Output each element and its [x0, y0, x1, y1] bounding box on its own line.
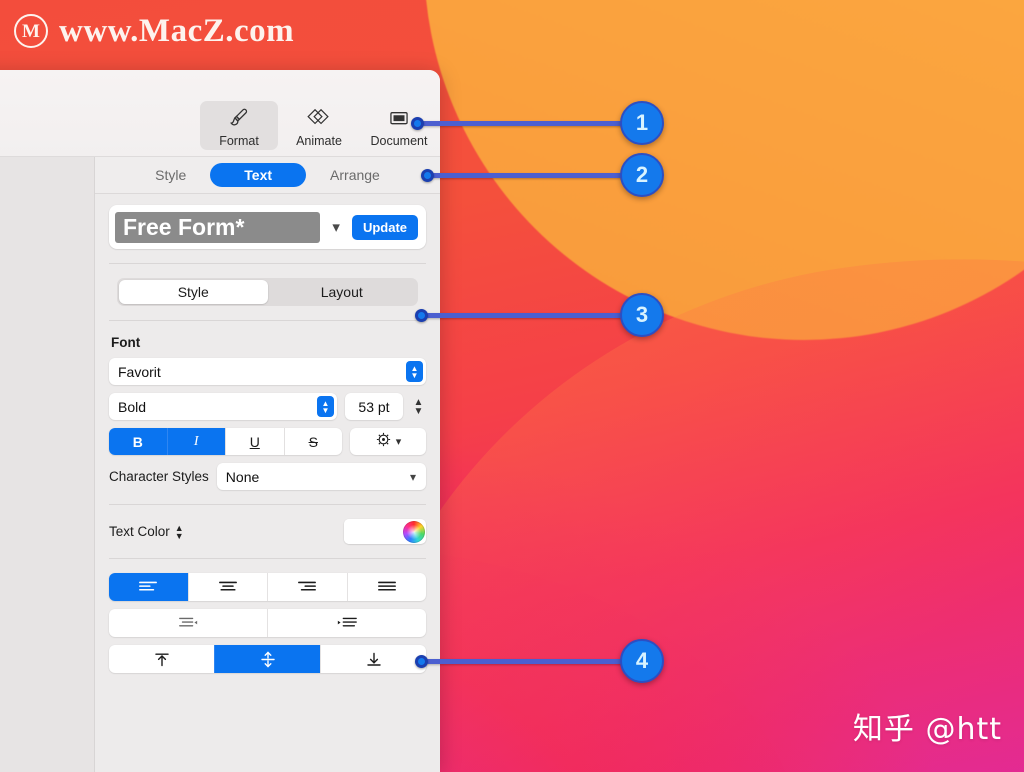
underline-button[interactable]: U	[225, 428, 284, 455]
font-family-select[interactable]: Favorit ▲ ▼	[109, 358, 426, 385]
callout-4-badge: 4	[620, 639, 664, 683]
paragraph-style-section: Free Form* ▾ Update	[95, 205, 440, 249]
inspector-content: Free Form* ▾ Update Style Layout Font Fa…	[95, 194, 440, 772]
callout-1-line	[422, 121, 630, 126]
inspector-tab-row: Style Text Arrange	[95, 157, 440, 194]
font-weight-value: Bold	[118, 398, 147, 415]
toolbar-item-group: Format Animate Document	[200, 101, 438, 150]
chevron-down-icon: ▾	[395, 436, 402, 448]
window-body: Style Text Arrange Free Form* ▾ Update S…	[0, 157, 440, 772]
align-center-button[interactable]	[187, 573, 268, 601]
align-middle-button[interactable]	[214, 645, 320, 673]
toolbar-button-format[interactable]: Format	[200, 101, 278, 150]
strikethrough-button[interactable]: S	[283, 428, 343, 455]
paragraph-style-bar: Free Form* ▾ Update	[109, 205, 426, 249]
toolbar-label-document: Document	[370, 134, 428, 148]
vertical-alignment-group	[109, 645, 426, 673]
segment-layout[interactable]: Layout	[268, 280, 417, 304]
character-styles-label: Character Styles	[109, 469, 209, 484]
text-color-well[interactable]	[344, 519, 426, 544]
divider-4-wrap	[95, 558, 440, 559]
text-style-row: B I U S ▾	[109, 428, 426, 455]
callout-3-anchor-dot	[415, 309, 428, 322]
updown-chevron-icon[interactable]: ▲ ▼	[175, 523, 184, 540]
align-top-button[interactable]	[109, 645, 214, 673]
chevron-updown-icon: ▲ ▼	[406, 361, 423, 382]
callout-3-badge: 3	[620, 293, 664, 337]
segment-style[interactable]: Style	[119, 280, 268, 304]
style-layout-segmented-control: Style Layout	[117, 278, 418, 306]
callout-4-line	[426, 659, 630, 664]
increase-indent-button[interactable]	[267, 609, 426, 637]
align-bottom-button[interactable]	[320, 645, 426, 673]
character-styles-row: Character Styles None ▾	[109, 463, 426, 490]
divider-1-wrap	[95, 263, 440, 264]
divider	[109, 558, 426, 559]
desktop-background: M www.MacZ.com Format Animate Document S…	[0, 0, 1024, 772]
diamonds-icon	[307, 105, 331, 131]
divider	[109, 320, 426, 321]
font-section-heading: Font	[111, 335, 141, 350]
callout-2-badge: 2	[620, 153, 664, 197]
italic-button[interactable]: I	[166, 428, 225, 455]
text-color-label: Text Color	[109, 524, 170, 539]
toolbar-button-animate[interactable]: Animate	[280, 101, 358, 150]
divider	[109, 263, 426, 264]
paintbrush-icon	[228, 105, 250, 131]
indent-group	[109, 609, 426, 637]
style-layout-section: Style Layout	[95, 278, 440, 306]
macz-logo-icon: M	[14, 14, 48, 48]
divider-2-wrap	[95, 320, 440, 321]
font-section: Font Favorit ▲ ▼ Bold ▲ ▼ 53 pt ▲ ▼ B I …	[95, 335, 440, 490]
update-style-button[interactable]: Update	[351, 214, 418, 240]
text-color-section: Text Color ▲ ▼	[95, 519, 440, 544]
advanced-text-options-button[interactable]: ▾	[350, 428, 426, 455]
callout-2-line	[432, 173, 630, 178]
divider-3-wrap	[95, 504, 440, 505]
callout-1-badge: 1	[620, 101, 664, 145]
callout-2-anchor-dot	[421, 169, 434, 182]
font-weight-select[interactable]: Bold ▲ ▼	[109, 393, 337, 420]
tab-style[interactable]: Style	[137, 163, 204, 187]
callout-4-anchor-dot	[415, 655, 428, 668]
background-orange-swoosh	[424, 0, 1024, 340]
divider	[109, 504, 426, 505]
font-weight-size-row: Bold ▲ ▼ 53 pt ▲ ▼	[109, 393, 426, 420]
chevron-down-icon[interactable]: ▾	[320, 218, 352, 236]
paragraph-style-name[interactable]: Free Form*	[115, 211, 321, 243]
color-swatch[interactable]	[344, 519, 403, 544]
alignment-section	[95, 573, 440, 673]
toolbar-label-animate: Animate	[296, 134, 342, 148]
align-right-button[interactable]	[267, 573, 347, 601]
tab-arrange[interactable]: Arrange	[312, 163, 398, 187]
align-justify-button[interactable]	[346, 573, 427, 601]
chevron-updown-icon: ▲ ▼	[317, 396, 334, 417]
window-toolbar: Format Animate Document	[0, 70, 440, 157]
toolbar-label-format: Format	[219, 134, 259, 148]
color-wheel-icon[interactable]	[403, 520, 425, 543]
chevron-down-icon: ▾	[409, 469, 416, 484]
text-style-button-group: B I U S	[109, 428, 342, 455]
callout-1-anchor-dot	[411, 117, 424, 130]
horizontal-alignment-group	[109, 573, 426, 601]
character-styles-value: None	[225, 468, 260, 485]
callout-3-line	[426, 313, 630, 318]
align-left-button[interactable]	[109, 573, 188, 601]
font-family-value: Favorit	[118, 363, 161, 380]
bold-button[interactable]: B	[109, 428, 167, 455]
keynote-window: Format Animate Document Style Text Arran…	[0, 70, 440, 772]
macz-site-text: www.MacZ.com	[59, 12, 295, 49]
watermark: 知乎 @htt	[852, 712, 1002, 747]
character-styles-select[interactable]: None ▾	[216, 463, 426, 490]
gear-icon	[375, 431, 392, 453]
tab-text[interactable]: Text	[210, 163, 307, 187]
font-size-field[interactable]: 53 pt	[345, 393, 403, 420]
slide-canvas-area[interactable]	[0, 157, 95, 772]
decrease-indent-button[interactable]	[109, 609, 267, 637]
format-inspector-panel: Style Text Arrange Free Form* ▾ Update S…	[95, 157, 440, 772]
slide-icon	[388, 105, 410, 131]
font-size-stepper[interactable]: ▲ ▼	[411, 397, 426, 416]
